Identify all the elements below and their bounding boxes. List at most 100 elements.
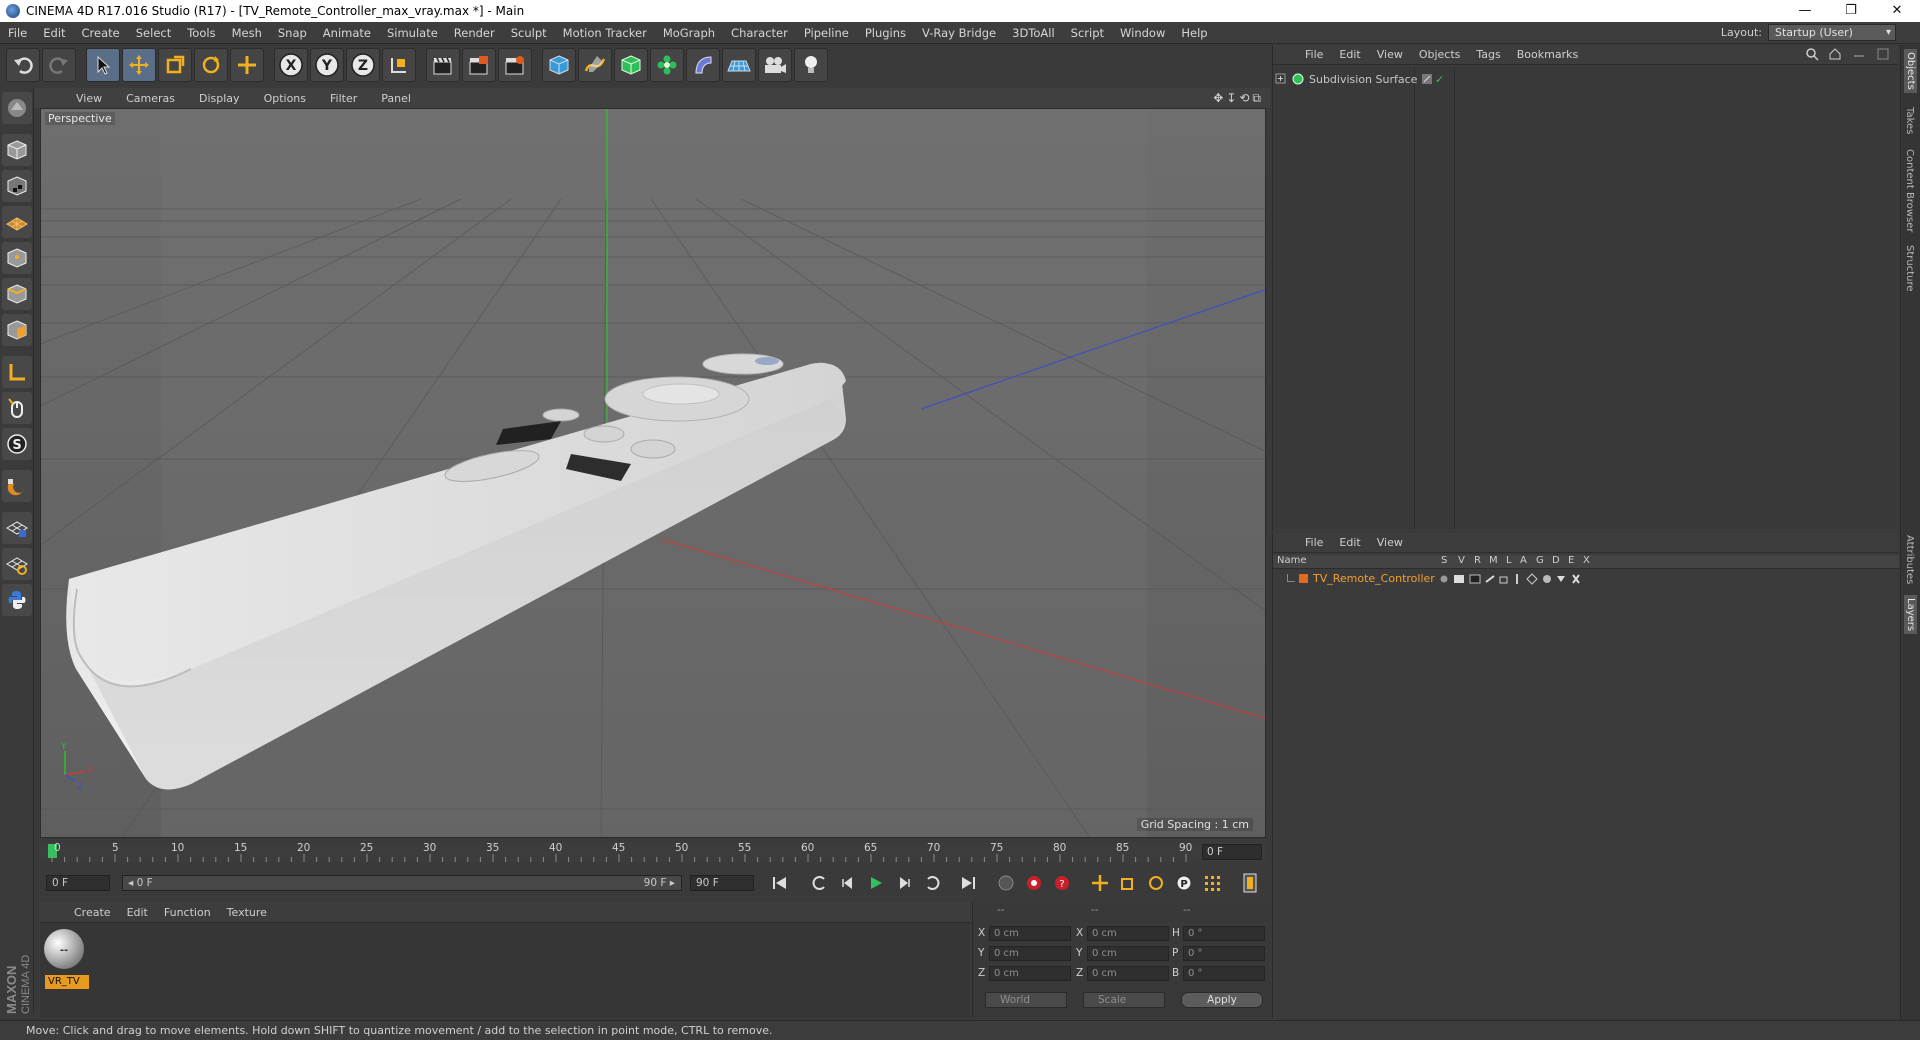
- points-mode-button[interactable]: [2, 242, 32, 274]
- go-to-start-button[interactable]: [768, 872, 792, 894]
- rotation-h-field[interactable]: 0 °: [1183, 926, 1265, 941]
- add-array-button[interactable]: [650, 48, 684, 82]
- position-x-field[interactable]: 0 cm: [989, 926, 1071, 941]
- scale-tool-button[interactable]: [158, 48, 192, 82]
- undo-button[interactable]: [6, 48, 40, 82]
- rotation-p-field[interactable]: 0 °: [1183, 946, 1265, 961]
- search-icon[interactable]: [1805, 47, 1819, 61]
- menu-script[interactable]: Script: [1063, 26, 1112, 40]
- objects-menu-file[interactable]: File: [1297, 48, 1331, 61]
- make-editable-button[interactable]: [2, 92, 32, 124]
- select-tool-button[interactable]: [86, 48, 120, 82]
- size-y-field[interactable]: 0 cm: [1087, 946, 1169, 961]
- next-key-button[interactable]: [920, 872, 944, 894]
- object-name[interactable]: Subdivision Surface: [1309, 73, 1417, 86]
- objects-menu-objects[interactable]: Objects: [1411, 48, 1469, 61]
- add-light-button[interactable]: [794, 48, 828, 82]
- menu-animate[interactable]: Animate: [315, 26, 379, 40]
- column-s[interactable]: S: [1441, 555, 1447, 566]
- column-r[interactable]: R: [1474, 555, 1481, 566]
- menu-mograph[interactable]: MoGraph: [655, 26, 723, 40]
- size-z-field[interactable]: 0 cm: [1087, 966, 1169, 981]
- python-button[interactable]: [2, 584, 32, 616]
- add-generator-button[interactable]: [614, 48, 648, 82]
- tab-structure[interactable]: Structure: [1904, 245, 1915, 292]
- object-row-subdivision-surface[interactable]: Subdivision Surface ✓: [1275, 71, 1895, 87]
- objects-menu-tags[interactable]: Tags: [1468, 48, 1508, 61]
- restore-button[interactable]: ❐: [1828, 0, 1874, 22]
- key-pla-button[interactable]: [1200, 872, 1224, 894]
- tab-layers[interactable]: Layers: [1904, 595, 1917, 635]
- key-position-button[interactable]: [1088, 872, 1112, 894]
- model-mode-button[interactable]: [2, 134, 32, 166]
- axis-mode-button[interactable]: [2, 356, 32, 388]
- column-v[interactable]: V: [1458, 555, 1465, 566]
- render-view-button[interactable]: [426, 48, 460, 82]
- texture-mode-button[interactable]: [2, 170, 32, 202]
- column-name[interactable]: Name: [1277, 555, 1307, 566]
- add-environment-button[interactable]: [722, 48, 756, 82]
- column-m[interactable]: M: [1489, 555, 1498, 566]
- material-manager-area[interactable]: -- VR_TV: [40, 922, 970, 1018]
- position-y-field[interactable]: 0 cm: [989, 946, 1071, 961]
- menu-plugins[interactable]: Plugins: [857, 26, 914, 40]
- next-frame-button[interactable]: [892, 872, 916, 894]
- polygons-mode-button[interactable]: [2, 314, 32, 346]
- material-menu-texture[interactable]: Texture: [219, 906, 275, 919]
- coordinate-system-button[interactable]: [382, 48, 416, 82]
- expand-panel-icon[interactable]: [1876, 47, 1890, 61]
- menu-edit[interactable]: Edit: [35, 26, 73, 40]
- motion-path-button[interactable]: [994, 872, 1018, 894]
- previous-key-button[interactable]: [808, 872, 832, 894]
- redo-button[interactable]: [42, 48, 76, 82]
- record-button[interactable]: [1022, 872, 1046, 894]
- column-g[interactable]: G: [1536, 555, 1544, 566]
- menu-render[interactable]: Render: [446, 26, 503, 40]
- close-button[interactable]: ✕: [1874, 0, 1920, 22]
- objects-menu-view[interactable]: View: [1369, 48, 1411, 61]
- rotation-b-field[interactable]: 0 °: [1183, 966, 1265, 981]
- menu-simulate[interactable]: Simulate: [379, 26, 446, 40]
- tab-takes[interactable]: Takes: [1904, 107, 1915, 134]
- menu-snap[interactable]: Snap: [270, 26, 315, 40]
- home-icon[interactable]: [1828, 47, 1842, 61]
- start-frame-field[interactable]: 0 F: [46, 875, 110, 891]
- go-to-end-button[interactable]: [956, 872, 980, 894]
- coordinate-space-dropdown[interactable]: World: [985, 992, 1067, 1008]
- object-manager-tools[interactable]: [1805, 47, 1890, 64]
- layer-visibility-icon[interactable]: [1421, 73, 1433, 85]
- column-l[interactable]: L: [1506, 555, 1512, 566]
- layer-flag-icons[interactable]: [1439, 572, 1609, 586]
- key-scale-button[interactable]: [1116, 872, 1140, 894]
- material-menu-function[interactable]: Function: [156, 906, 219, 919]
- expand-toggle-icon[interactable]: [1275, 73, 1287, 85]
- layers-menu-view[interactable]: View: [1369, 536, 1411, 549]
- z-axis-button[interactable]: Z: [346, 48, 380, 82]
- menu-character[interactable]: Character: [723, 26, 796, 40]
- material-menu-create[interactable]: Create: [66, 906, 119, 919]
- layer-row-tv-remote-controller[interactable]: TV_Remote_Controller: [1273, 571, 1899, 587]
- planar-workplane-button[interactable]: [2, 548, 32, 580]
- add-cube-button[interactable]: [542, 48, 576, 82]
- key-rotation-button[interactable]: [1144, 872, 1168, 894]
- material-menu-edit[interactable]: Edit: [119, 906, 156, 919]
- objects-menu-edit[interactable]: Edit: [1331, 48, 1368, 61]
- viewport-menu-display[interactable]: Display: [187, 92, 252, 105]
- menu-select[interactable]: Select: [128, 26, 179, 40]
- menu-3dtoall[interactable]: 3DToAll: [1004, 26, 1063, 40]
- current-frame-field[interactable]: 0 F: [1202, 844, 1262, 860]
- add-camera-button[interactable]: [758, 48, 792, 82]
- layer-name[interactable]: TV_Remote_Controller: [1313, 572, 1435, 585]
- layer-color-swatch[interactable]: [1299, 574, 1308, 583]
- perspective-viewport[interactable]: Y X Z Perspective Grid Spacing : 1 cm: [40, 108, 1266, 838]
- column-a[interactable]: A: [1520, 555, 1527, 566]
- move-tool-button[interactable]: [122, 48, 156, 82]
- tab-objects[interactable]: Objects: [1904, 49, 1917, 93]
- minimize-panel-icon[interactable]: [1852, 47, 1866, 61]
- transform-tool-button[interactable]: [230, 48, 264, 82]
- column-x[interactable]: X: [1583, 555, 1590, 566]
- frame-range-slider[interactable]: ◂ 0 F 90 F ▸: [122, 875, 682, 891]
- column-e[interactable]: E: [1568, 555, 1574, 566]
- layout-dropdown[interactable]: Startup (User): [1768, 24, 1896, 41]
- viewport-menu-view[interactable]: View: [64, 92, 114, 105]
